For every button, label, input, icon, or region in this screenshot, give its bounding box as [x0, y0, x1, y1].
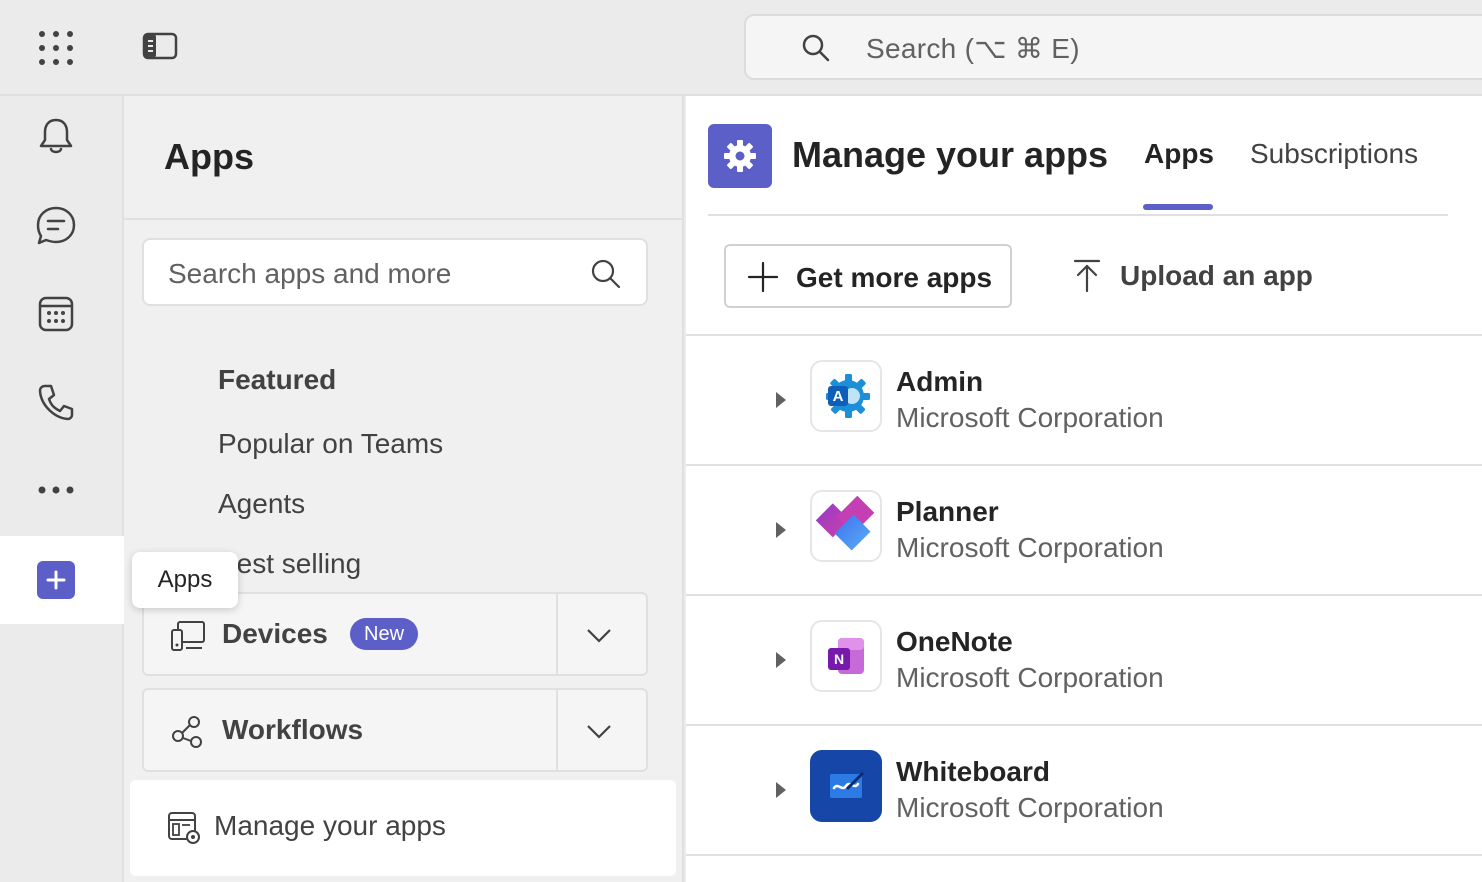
app-publisher: Microsoft Corporation [896, 662, 1164, 693]
chat-icon [36, 206, 76, 245]
new-badge: New [350, 618, 419, 650]
app-publisher: Microsoft Corporation [896, 402, 1164, 433]
page-title: Manage your apps [792, 134, 1109, 175]
rail-calendar[interactable] [24, 282, 88, 346]
workflows-label: Workflows [222, 714, 364, 745]
apps-search-input[interactable]: Search apps and more [142, 238, 648, 306]
app-name: Admin [896, 366, 984, 397]
whiteboard-app-icon [810, 750, 882, 822]
manage-your-apps-link[interactable]: Manage your apps [130, 780, 676, 876]
divider [556, 690, 558, 770]
rail-chat[interactable] [24, 194, 88, 258]
admin-app-icon: A [810, 360, 882, 432]
app-name: Whiteboard [896, 756, 1050, 787]
category-popular[interactable]: Popular on Teams [218, 428, 443, 460]
apps-plus-icon [37, 561, 75, 599]
apps-search-placeholder: Search apps and more [168, 258, 452, 289]
rail-apps[interactable] [0, 536, 124, 624]
rail-activity[interactable] [24, 104, 88, 168]
more-icon [38, 486, 74, 494]
app-publisher: Microsoft Corporation [896, 532, 1164, 563]
search-icon [590, 258, 622, 290]
apps-tooltip: Apps [132, 552, 238, 608]
workflows-icon [170, 714, 206, 750]
app-row-whiteboard[interactable]: Whiteboard Microsoft Corporation [686, 726, 1482, 856]
top-bar: Search (⌥ ⌘ E) [0, 0, 1482, 96]
workflows-group[interactable]: Workflows [142, 688, 648, 772]
planner-app-icon [810, 490, 882, 562]
bell-icon [39, 118, 73, 154]
get-more-apps-label: Get more apps [796, 262, 993, 293]
expand-caret-icon[interactable] [776, 782, 786, 798]
main-content: Manage your apps Apps Subscriptions Get … [686, 96, 1482, 882]
divider [708, 214, 1448, 216]
rail-more[interactable] [24, 458, 88, 522]
app-name: Planner [896, 496, 999, 527]
phone-icon [38, 384, 74, 421]
plus-icon [746, 260, 780, 294]
expand-caret-icon[interactable] [776, 522, 786, 538]
expand-caret-icon[interactable] [776, 392, 786, 408]
apps-panel: Apps Search apps and more Featured Popul… [124, 96, 684, 882]
chevron-down-icon[interactable] [584, 620, 614, 650]
upload-app-label: Upload an app [1120, 260, 1313, 291]
expand-caret-icon[interactable] [776, 652, 786, 668]
divider [556, 594, 558, 674]
global-search-input[interactable]: Search (⌥ ⌘ E) [744, 14, 1482, 80]
tab-apps[interactable]: Apps [1144, 138, 1214, 170]
rail-calls[interactable] [24, 370, 88, 434]
svg-text:A: A [833, 388, 844, 405]
svg-text:N: N [834, 651, 844, 667]
app-row-admin[interactable]: A Admin Microsoft Corporation [686, 336, 1482, 466]
sidebar-toggle-icon[interactable] [140, 30, 180, 64]
manage-apps-icon [166, 810, 202, 846]
apps-panel-title: Apps [164, 136, 254, 177]
active-tab-indicator [1143, 204, 1213, 210]
app-launcher-icon[interactable] [36, 28, 76, 68]
get-more-apps-button[interactable]: Get more apps [724, 244, 1012, 308]
settings-gear-icon [708, 124, 772, 188]
global-search-placeholder: Search (⌥ ⌘ E) [866, 33, 1080, 64]
category-featured[interactable]: Featured [218, 364, 336, 396]
category-agents[interactable]: Agents [218, 488, 305, 520]
app-name: OneNote [896, 626, 1013, 657]
app-publisher: Microsoft Corporation [896, 792, 1164, 823]
category-best-selling[interactable]: Best selling [218, 548, 361, 580]
devices-label: Devices [222, 618, 328, 649]
divider [124, 218, 684, 220]
onenote-app-icon: N [810, 620, 882, 692]
upload-app-button[interactable]: Upload an app [1066, 244, 1366, 308]
upload-icon [1072, 258, 1102, 294]
tab-subscriptions[interactable]: Subscriptions [1250, 138, 1418, 170]
search-icon [800, 32, 832, 64]
chevron-down-icon[interactable] [584, 716, 614, 746]
manage-your-apps-label: Manage your apps [214, 810, 446, 841]
app-rail [0, 96, 124, 882]
app-row-planner[interactable]: Planner Microsoft Corporation [686, 466, 1482, 596]
calendar-icon [38, 296, 74, 332]
rail-apps-icon-wrap [24, 548, 88, 612]
app-row-onenote[interactable]: N OneNote Microsoft Corporation [686, 596, 1482, 726]
devices-icon [170, 618, 206, 654]
